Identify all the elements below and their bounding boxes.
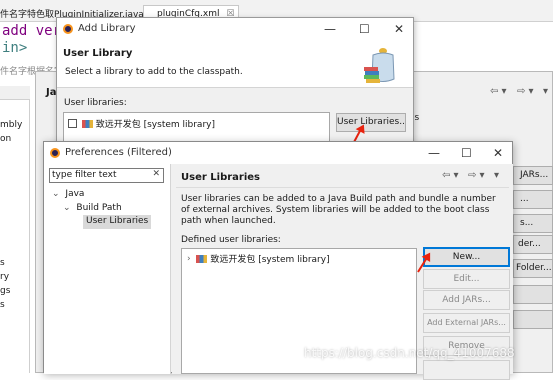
left-view-item[interactable]: on bbox=[0, 134, 11, 144]
forward-icon[interactable]: ⇨ ▾ bbox=[517, 86, 534, 97]
add-library-titlebar: Add Library — ☐ ✕ bbox=[57, 18, 413, 40]
code-line-2: in> bbox=[2, 40, 28, 56]
left-view-item[interactable]: s bbox=[0, 300, 5, 310]
preferences-tree-pane: type filter text ✕ ⌄ Java ⌄ Build Path U… bbox=[44, 164, 171, 374]
defined-libraries-label: Defined user libraries: bbox=[181, 235, 281, 245]
add-library-banner: User Library Select a library to add to … bbox=[57, 40, 413, 88]
expand-icon[interactable]: ⌄ bbox=[52, 189, 60, 199]
eclipse-icon bbox=[63, 24, 73, 34]
left-view-item[interactable]: s bbox=[0, 258, 5, 268]
left-view-item[interactable]: gs bbox=[0, 286, 10, 296]
library-jar-icon bbox=[361, 45, 399, 85]
page-description: User libraries can be added to a Java Bu… bbox=[181, 194, 496, 226]
library-checkbox[interactable] bbox=[68, 119, 77, 128]
left-view-item[interactable]: mbly bbox=[0, 120, 22, 130]
back-icon[interactable]: ⇦ ▾ bbox=[442, 170, 459, 181]
eclipse-icon bbox=[50, 148, 60, 158]
underlying-button[interactable]: Folder... bbox=[513, 259, 553, 278]
add-library-dialog: Add Library — ☐ ✕ User Library Select a … bbox=[56, 17, 414, 162]
underlying-button[interactable]: ... bbox=[513, 190, 553, 209]
back-icon[interactable]: ⇦ ▾ bbox=[490, 86, 507, 97]
library-list-item[interactable]: 致远开发包 [system library] bbox=[68, 117, 215, 130]
add-jars-button[interactable]: Add JARs... bbox=[423, 290, 510, 310]
clear-filter-icon[interactable]: ✕ bbox=[152, 169, 160, 179]
tree-item-label: Build Path bbox=[76, 203, 122, 213]
tree-item-build-path[interactable]: ⌄ Build Path bbox=[63, 203, 122, 213]
close-button[interactable]: ✕ bbox=[394, 21, 404, 37]
filter-input[interactable]: type filter text ✕ bbox=[49, 168, 164, 183]
user-libraries-button[interactable]: User Libraries... bbox=[336, 113, 406, 132]
minimize-button[interactable]: — bbox=[428, 145, 440, 161]
maximize-button[interactable]: ☐ bbox=[461, 145, 472, 161]
add-library-heading: User Library bbox=[63, 48, 133, 59]
menu-icon[interactable]: ▾ bbox=[543, 86, 548, 97]
close-button[interactable]: ✕ bbox=[493, 145, 503, 161]
preferences-dialog: Preferences (Filtered) — ☐ ✕ type filter… bbox=[43, 141, 513, 380]
expand-icon[interactable]: › bbox=[187, 254, 191, 264]
user-libraries-label: User libraries: bbox=[64, 98, 127, 108]
library-books-icon bbox=[196, 254, 208, 263]
tree-item-java[interactable]: ⌄ Java bbox=[52, 189, 84, 199]
preferences-title: Preferences (Filtered) bbox=[65, 147, 172, 158]
underlying-button[interactable]: s... bbox=[513, 214, 553, 233]
library-item-label: 致远开发包 [system library] bbox=[95, 120, 215, 130]
page-title: User Libraries bbox=[181, 172, 260, 183]
underlying-button[interactable] bbox=[513, 310, 553, 329]
add-library-title: Add Library bbox=[78, 23, 136, 34]
tree-item-label: User Libraries bbox=[86, 216, 149, 226]
add-library-description: Select a library to add to the classpath… bbox=[65, 67, 243, 77]
maximize-button[interactable]: ☐ bbox=[359, 21, 370, 37]
edit-button[interactable]: Edit... bbox=[423, 269, 510, 289]
preferences-titlebar: Preferences (Filtered) — ☐ ✕ bbox=[44, 142, 512, 164]
expand-icon[interactable]: ⌄ bbox=[63, 203, 71, 213]
left-view-item[interactable]: ry bbox=[0, 272, 9, 282]
new-library-button[interactable]: New... bbox=[423, 247, 510, 267]
library-books-icon bbox=[81, 119, 93, 128]
minimize-button[interactable]: — bbox=[324, 21, 336, 37]
filter-input-value: type filter text bbox=[52, 170, 117, 180]
library-tree-item[interactable]: › 致远开发包 [system library] bbox=[187, 252, 330, 265]
underlying-button[interactable]: JARs... bbox=[513, 166, 553, 185]
left-view-header bbox=[0, 86, 30, 100]
underlying-button[interactable]: der... bbox=[513, 235, 553, 254]
watermark-text: https://blog.csdn.net/qq_41007688 bbox=[304, 346, 515, 360]
forward-icon[interactable]: ⇨ ▾ bbox=[468, 170, 485, 181]
tree-item-label: Java bbox=[65, 189, 85, 199]
underlying-button[interactable] bbox=[513, 285, 553, 304]
tree-item-user-libraries[interactable]: User Libraries bbox=[83, 215, 152, 229]
left-view-panel: mbly on s ry gs s bbox=[0, 86, 30, 373]
add-external-jars-button[interactable]: Add External JARs... bbox=[423, 313, 510, 333]
title-separator bbox=[176, 187, 509, 188]
library-item-label: 致远开发包 [system library] bbox=[210, 255, 330, 265]
preferences-content-pane: User Libraries ⇦ ▾ ⇨ ▾ ▾ User libraries … bbox=[172, 164, 513, 380]
extra-button[interactable] bbox=[423, 360, 510, 380]
menu-icon[interactable]: ▾ bbox=[494, 170, 499, 181]
